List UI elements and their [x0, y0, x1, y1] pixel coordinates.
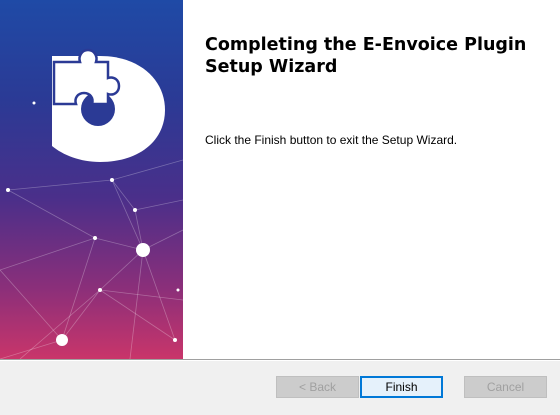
finish-message: Click the Finish button to exit the Setu…	[205, 133, 458, 147]
cancel-button[interactable]: Cancel	[464, 376, 547, 398]
back-button[interactable]: < Back	[276, 376, 359, 398]
setup-wizard-window: Completing the E-Envoice Plugin Setup Wi…	[0, 0, 560, 415]
wizard-content-panel: Completing the E-Envoice Plugin Setup Wi…	[183, 0, 560, 359]
network-background-graphic	[0, 48, 183, 359]
footer-divider	[0, 359, 560, 361]
finish-button[interactable]: Finish	[360, 376, 443, 398]
puzzle-d-logo-icon	[52, 48, 165, 162]
wizard-banner	[0, 0, 183, 359]
page-title: Completing the E-Envoice Plugin Setup Wi…	[205, 35, 527, 77]
